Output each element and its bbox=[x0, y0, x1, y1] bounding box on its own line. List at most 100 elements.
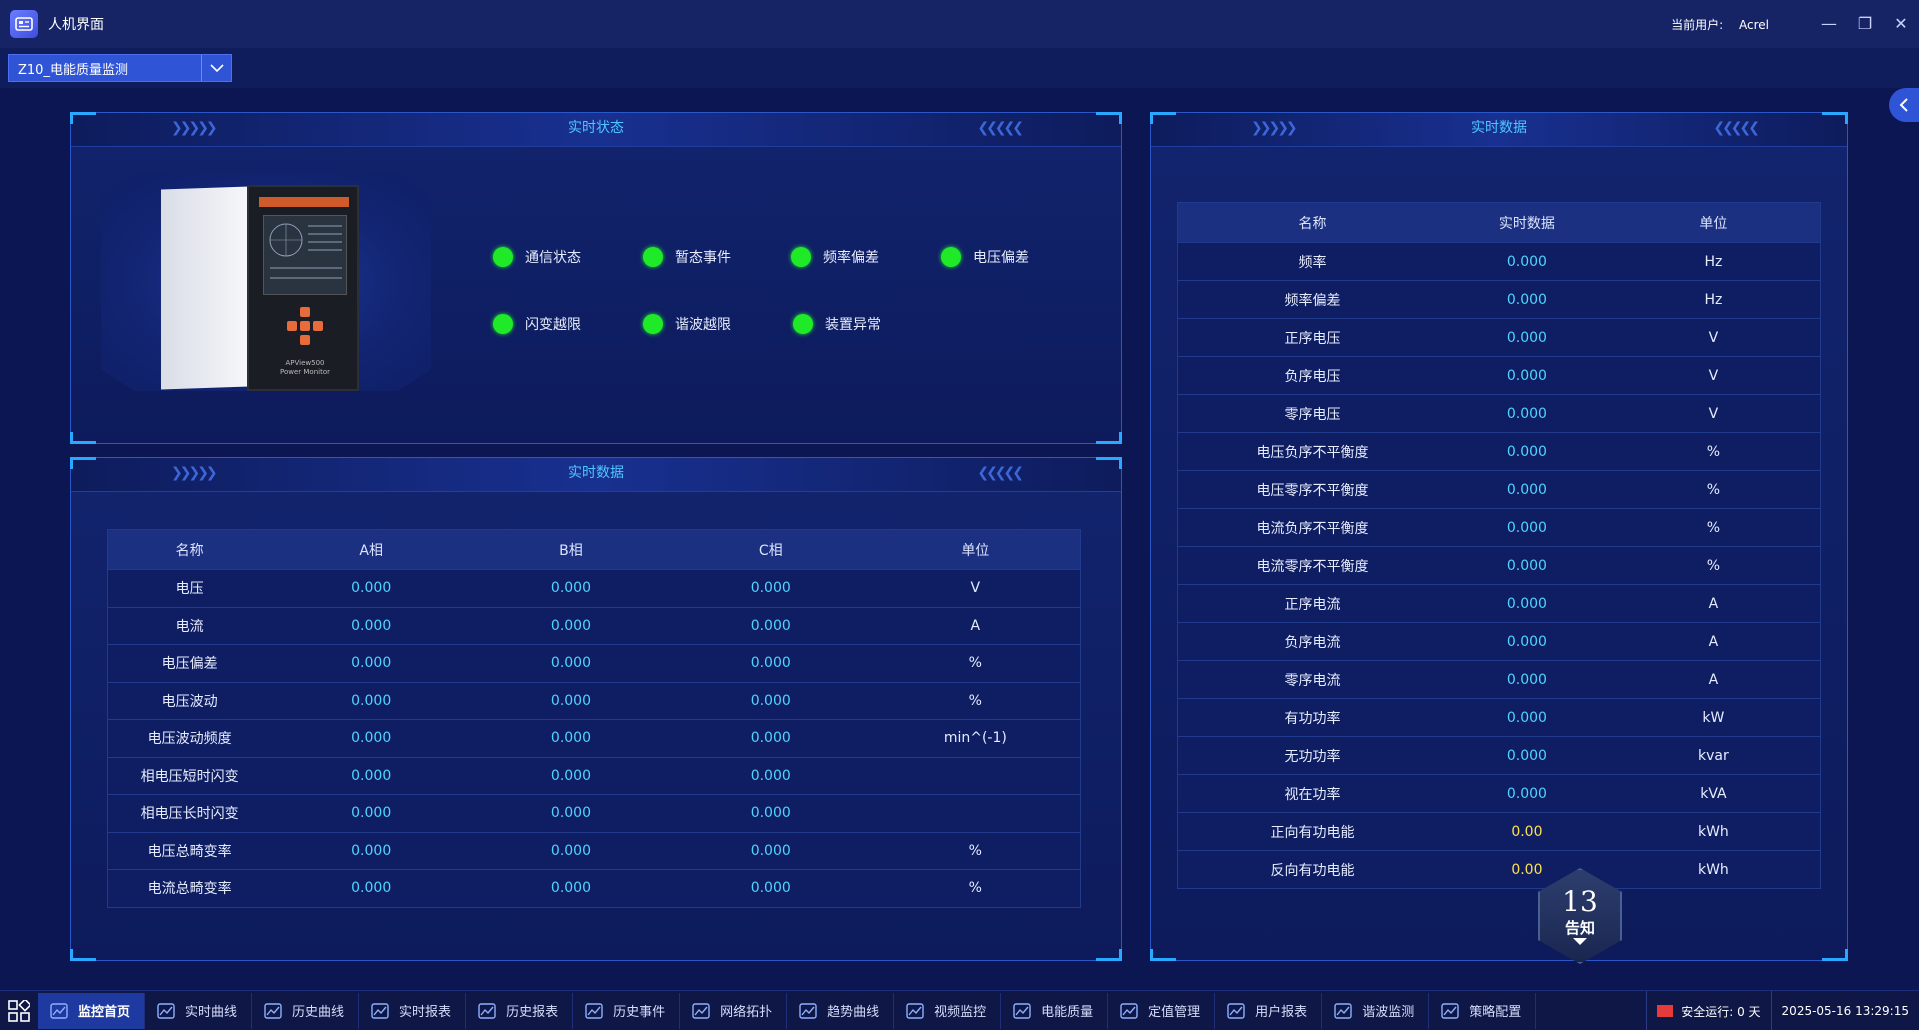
row-value: 0.00 bbox=[1447, 812, 1607, 851]
row-name: 电压偏差 bbox=[107, 644, 272, 682]
realtime-data-panel: ❯❯❯❯❯ 实时数据 ❮❮❮❮❮ 名称 实时数据 单位 频率 0.000 Hz 频率偏… bbox=[1150, 112, 1848, 961]
status-dot-icon bbox=[793, 314, 813, 334]
row-name: 电压波动频度 bbox=[107, 719, 272, 757]
row-value: 0.000 bbox=[1447, 774, 1607, 813]
status-harmonic-limit: 谐波越限 bbox=[643, 314, 731, 334]
row-value: 0.000 bbox=[1447, 660, 1607, 699]
app-icon bbox=[10, 10, 38, 38]
user-name: Acrel bbox=[1739, 18, 1769, 32]
row-name: 电压零序不平衡度 bbox=[1177, 470, 1448, 509]
row-unit: A bbox=[870, 606, 1081, 645]
row-value: 0.000 bbox=[670, 831, 871, 870]
nav-item[interactable]: 策略配置 bbox=[1429, 992, 1537, 1029]
realtime-table-body: 频率 0.000 Hz 频率偏差 0.000 Hz 正序电压 0.000 V 负序电压 0.000 V… bbox=[1177, 242, 1821, 889]
nav-item[interactable]: 电能质量 bbox=[1001, 992, 1109, 1029]
nav-item[interactable]: 监控首页 bbox=[38, 992, 146, 1029]
nav-item[interactable]: 历史曲线 bbox=[252, 992, 360, 1029]
table-row: 正向有功电能 0.00 kWh bbox=[1177, 812, 1821, 851]
nav-item[interactable]: 历史事件 bbox=[573, 992, 681, 1029]
apps-grid-icon[interactable] bbox=[0, 991, 38, 1030]
device-model-label: APView500 Power Monitor bbox=[280, 359, 330, 376]
nav-item[interactable]: 趋势曲线 bbox=[787, 992, 895, 1029]
table-row: 反向有功电能 0.00 kWh bbox=[1177, 850, 1821, 889]
device-screen bbox=[263, 215, 347, 295]
row-value: 0.000 bbox=[670, 794, 871, 832]
nav-item[interactable]: 谐波监测 bbox=[1322, 992, 1430, 1029]
table-row: 负序电压 0.000 V bbox=[1177, 356, 1821, 395]
row-name: 正序电流 bbox=[1177, 584, 1448, 623]
table-row: 正序电压 0.000 V bbox=[1177, 318, 1821, 357]
side-panel-toggle[interactable] bbox=[1889, 88, 1919, 122]
chevron-left-decor-icon: ❮❮❮❮❮ bbox=[977, 465, 1024, 481]
status-dot-icon bbox=[941, 247, 961, 267]
row-name: 零序电流 bbox=[1177, 660, 1448, 699]
nav-items: 监控首页 实时曲线 历史曲线 实时报表 历史报表 历史事件 网络拓扑 趋势曲线 视频监控 电能质量… bbox=[38, 992, 1537, 1029]
device-image-frame: APView500 Power Monitor bbox=[101, 173, 431, 391]
status-flicker-limit: 闪变越限 bbox=[493, 314, 581, 334]
row-unit bbox=[870, 756, 1081, 795]
row-name: 有功功率 bbox=[1177, 698, 1448, 737]
nav-item-label: 用户报表 bbox=[1255, 1005, 1308, 1020]
status-panel-title: 实时状态 bbox=[568, 120, 624, 136]
row-value: 0.000 bbox=[471, 831, 671, 870]
device-select[interactable]: Z10_电能质量监测 bbox=[8, 54, 232, 82]
power-quality-icon bbox=[1013, 1002, 1031, 1020]
row-value: 0.000 bbox=[471, 681, 671, 720]
realtime-panel-header: ❯❯❯❯❯ 实时数据 ❮❮❮❮❮ bbox=[1151, 113, 1847, 147]
row-unit: A bbox=[1606, 622, 1821, 661]
safe-run-icon bbox=[1657, 1005, 1674, 1017]
row-unit: V bbox=[1606, 318, 1821, 357]
row-unit: % bbox=[1606, 432, 1821, 471]
row-value: 0.000 bbox=[670, 606, 871, 645]
row-value: 0.000 bbox=[1447, 356, 1607, 395]
minimize-button[interactable]: — bbox=[1817, 12, 1841, 36]
realtime-data-table: 名称 实时数据 单位 频率 0.000 Hz 频率偏差 0.000 Hz 正序电压 0.000… bbox=[1177, 202, 1821, 889]
row-value: 0.000 bbox=[471, 606, 671, 645]
row-unit: Hz bbox=[1606, 280, 1821, 319]
status-voltage-deviation: 电压偏差 bbox=[941, 247, 1029, 267]
topology-icon bbox=[692, 1002, 710, 1020]
nav-item[interactable]: 视频监控 bbox=[894, 992, 1002, 1029]
close-button[interactable]: ✕ bbox=[1889, 12, 1913, 36]
nav-item[interactable]: 定值管理 bbox=[1108, 992, 1216, 1029]
row-name: 电流零序不平衡度 bbox=[1177, 546, 1448, 585]
strategy-icon bbox=[1441, 1002, 1459, 1020]
nav-item[interactable]: 历史报表 bbox=[466, 992, 574, 1029]
nav-item-label: 实时曲线 bbox=[185, 1005, 238, 1020]
video-icon bbox=[906, 1002, 924, 1020]
status-dot-icon bbox=[643, 314, 663, 334]
nav-item[interactable]: 用户报表 bbox=[1215, 992, 1323, 1029]
nav-item[interactable]: 实时报表 bbox=[359, 992, 467, 1029]
table-row: 电压总畸变率 0.000 0.000 0.000% bbox=[107, 831, 1081, 870]
col-b-header: B相 bbox=[471, 529, 671, 570]
nav-item-label: 视频监控 bbox=[934, 1005, 987, 1020]
row-value: 0.000 bbox=[271, 756, 472, 795]
table-row: 电压负序不平衡度 0.000% bbox=[1177, 432, 1821, 471]
col-name-header: 名称 bbox=[1177, 202, 1448, 243]
restore-button[interactable]: ❐ bbox=[1853, 12, 1877, 36]
chevron-down-icon[interactable] bbox=[201, 55, 231, 81]
row-unit: min^(-1) bbox=[870, 719, 1081, 757]
row-unit: V bbox=[1606, 394, 1821, 433]
nav-item-label: 策略配置 bbox=[1469, 1005, 1522, 1020]
table-row: 正序电流 0.000 A bbox=[1177, 584, 1821, 623]
nav-item-label: 历史曲线 bbox=[292, 1005, 345, 1020]
phase-panel-header: ❯❯❯❯❯ 实时数据 ❮❮❮❮❮ bbox=[71, 458, 1121, 492]
col-a-header: A相 bbox=[271, 529, 472, 570]
row-unit: kVA bbox=[1606, 774, 1821, 813]
table-row: 零序电压 0.000 V bbox=[1177, 394, 1821, 433]
col-c-header: C相 bbox=[670, 529, 871, 570]
nav-item-label: 历史事件 bbox=[613, 1005, 666, 1020]
row-value: 0.000 bbox=[1447, 584, 1607, 623]
row-value: 0.000 bbox=[1447, 736, 1607, 775]
row-name: 电流 bbox=[107, 606, 272, 645]
nav-item[interactable]: 实时曲线 bbox=[145, 992, 253, 1029]
row-unit: A bbox=[1606, 660, 1821, 699]
row-name: 负序电流 bbox=[1177, 622, 1448, 661]
row-value: 0.000 bbox=[1447, 508, 1607, 547]
table-row: 零序电流 0.000 A bbox=[1177, 660, 1821, 699]
nav-item[interactable]: 网络拓扑 bbox=[680, 992, 788, 1029]
row-value: 0.000 bbox=[471, 756, 671, 795]
row-value: 0.000 bbox=[1447, 622, 1607, 661]
phase-table-body: 电压 0.000 0.000 0.000 V 电流 0.000 0.000 0.000 A 电压偏差… bbox=[107, 569, 1081, 907]
